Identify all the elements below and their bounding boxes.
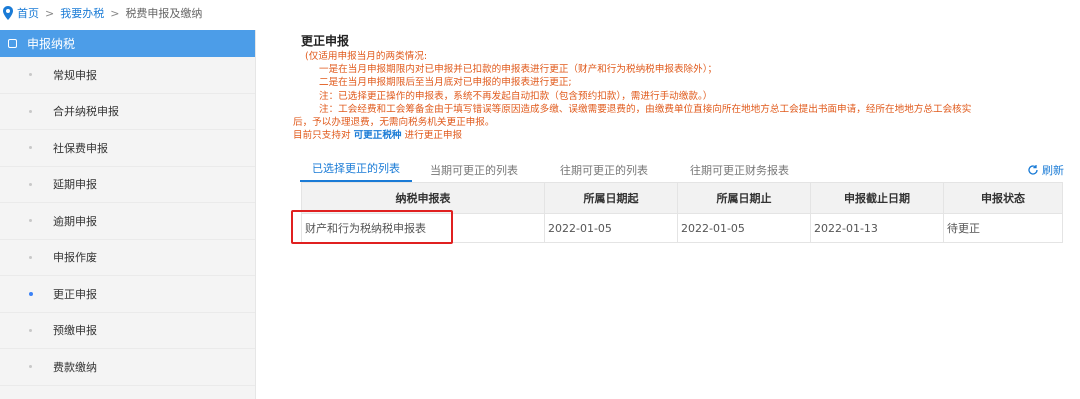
sidebar-item-label: 常规申报 [53, 68, 97, 82]
sidebar: 申报纳税 常规申报 合并纳税申报 社保费申报 延期申报 逾期申报 申报作废 更正… [0, 30, 256, 399]
breadcrumb-tax-link[interactable]: 我要办税 [60, 5, 104, 21]
sidebar-item-consolidated-declaration[interactable]: 合并纳税申报 [0, 94, 255, 130]
sidebar-item-overdue-declaration[interactable]: 逾期申报 [0, 203, 255, 240]
sidebar-item-social-insurance[interactable]: 社保费申报 [0, 130, 255, 167]
table-cell-end-date: 2022-01-05 [677, 213, 811, 243]
sidebar-item-fee-payment[interactable]: 费款缴纳 [0, 349, 255, 386]
column-header: 申报状态 [943, 182, 1063, 214]
correctable-tax-link[interactable]: 可更正税种 [354, 130, 402, 141]
tab-current-period[interactable]: 当期可更正的列表 [418, 162, 530, 182]
refresh-label: 刷新 [1042, 164, 1064, 177]
column-header: 所属日期起 [544, 182, 678, 214]
sidebar-item-label: 延期申报 [53, 178, 97, 192]
table-header-row: 纳税申报表 所属日期起 所属日期止 申报截止日期 申报状态 [301, 182, 1063, 214]
bullet-icon [29, 182, 32, 186]
table-cell-status: 待更正 [943, 213, 1063, 243]
refresh-button[interactable]: 刷新 [1027, 162, 1064, 178]
correction-table: 纳税申报表 所属日期起 所属日期止 申报截止日期 申报状态 财产和行为税纳税申报… [301, 182, 1063, 243]
tab-past-period[interactable]: 往期可更正的列表 [548, 162, 660, 182]
bullet-icon [29, 255, 32, 259]
bullet-icon [29, 365, 32, 369]
notice-line: (仅适用申报当月的两类情况: [305, 51, 428, 62]
breadcrumb-home-link[interactable]: 首页 [17, 5, 39, 21]
bullet-icon [29, 109, 32, 113]
notice-text: (仅适用申报当月的两类情况: 一是在当月申报期限内对已申报并已扣款的申报表进行更… [293, 50, 1073, 129]
table-row[interactable]: 财产和行为税纳税申报表 2022-01-05 2022-01-05 2022-0… [301, 213, 1063, 243]
column-header: 所属日期止 [677, 182, 811, 214]
tab-selected-corrections[interactable]: 已选择更正的列表 [300, 160, 412, 182]
sidebar-item-label: 费款缴纳 [53, 360, 97, 374]
sidebar-item-label: 更正申报 [53, 287, 97, 301]
location-pin-icon [3, 6, 13, 20]
breadcrumb-separator: > [110, 6, 120, 20]
tab-past-financial-reports[interactable]: 往期可更正财务报表 [678, 162, 801, 182]
table-cell-deadline: 2022-01-13 [810, 213, 944, 243]
bullet-icon [29, 146, 32, 150]
breadcrumb-current: 税费申报及缴纳 [125, 7, 203, 20]
notice-line: 注：工会经费和工会筹备金由于填写错误等原因造成多缴、误缴需要退费的，由缴费单位直… [319, 103, 972, 115]
notice-line: 一是在当月申报期限内对已申报并已扣款的申报表进行更正（财产和行为税纳税申报表除外… [319, 64, 718, 76]
column-header: 申报截止日期 [810, 182, 944, 214]
bullet-icon [29, 291, 33, 296]
breadcrumb: 首页 > 我要办税 > 税费申报及缴纳 [0, 0, 1080, 26]
square-icon [8, 39, 17, 48]
sidebar-item-deferred-declaration[interactable]: 延期申报 [0, 167, 255, 203]
bullet-icon [29, 328, 32, 332]
table-cell-form-name[interactable]: 财产和行为税纳税申报表 [301, 213, 545, 243]
main-content: 更正申报 (仅适用申报当月的两类情况: 一是在当月申报期限内对已申报并已扣款的申… [291, 30, 1073, 244]
sidebar-item-label: 社保费申报 [53, 141, 108, 155]
support-text: 目前只支持对 可更正税种 进行更正申报 [293, 129, 1073, 142]
sidebar-header-label: 申报纳税 [27, 37, 76, 51]
sidebar-item-label: 预缴申报 [53, 324, 97, 338]
page-title: 更正申报 [301, 34, 350, 48]
sidebar-header[interactable]: 申报纳税 [0, 30, 255, 57]
support-prefix: 目前只支持对 [293, 130, 351, 142]
notice-line: 后，予以办理退费，无需向税务机关更正申报。 [293, 117, 495, 129]
sidebar-item-correction-declaration[interactable]: 更正申报 [0, 276, 255, 313]
sidebar-item-label: 申报作废 [53, 251, 97, 265]
notice-line: 二是在当月申报期限后至当月底对已申报的申报表进行更正; [319, 77, 572, 89]
bullet-icon [29, 219, 32, 223]
notice-line: 注：已选择更正操作的申报表，系统不再发起自动扣款（包含预约扣款），需进行手动缴款… [319, 90, 713, 102]
sidebar-item-void-declaration[interactable]: 申报作废 [0, 240, 255, 276]
refresh-icon [1028, 165, 1038, 175]
table-cell-start-date: 2022-01-05 [544, 213, 678, 243]
sidebar-item-label: 合并纳税申报 [53, 105, 119, 119]
support-suffix: 进行更正申报 [404, 130, 463, 142]
sidebar-item-label: 逾期申报 [53, 214, 97, 228]
bullet-icon [29, 73, 32, 77]
column-header: 纳税申报表 [301, 182, 545, 214]
sidebar-item-regular-declaration[interactable]: 常规申报 [0, 57, 255, 94]
breadcrumb-separator: > [45, 6, 55, 20]
tab-bar: 已选择更正的列表 当期可更正的列表 往期可更正的列表 往期可更正财务报表 刷新 [300, 160, 1070, 182]
sidebar-item-prepayment-declaration[interactable]: 预缴申报 [0, 313, 255, 349]
